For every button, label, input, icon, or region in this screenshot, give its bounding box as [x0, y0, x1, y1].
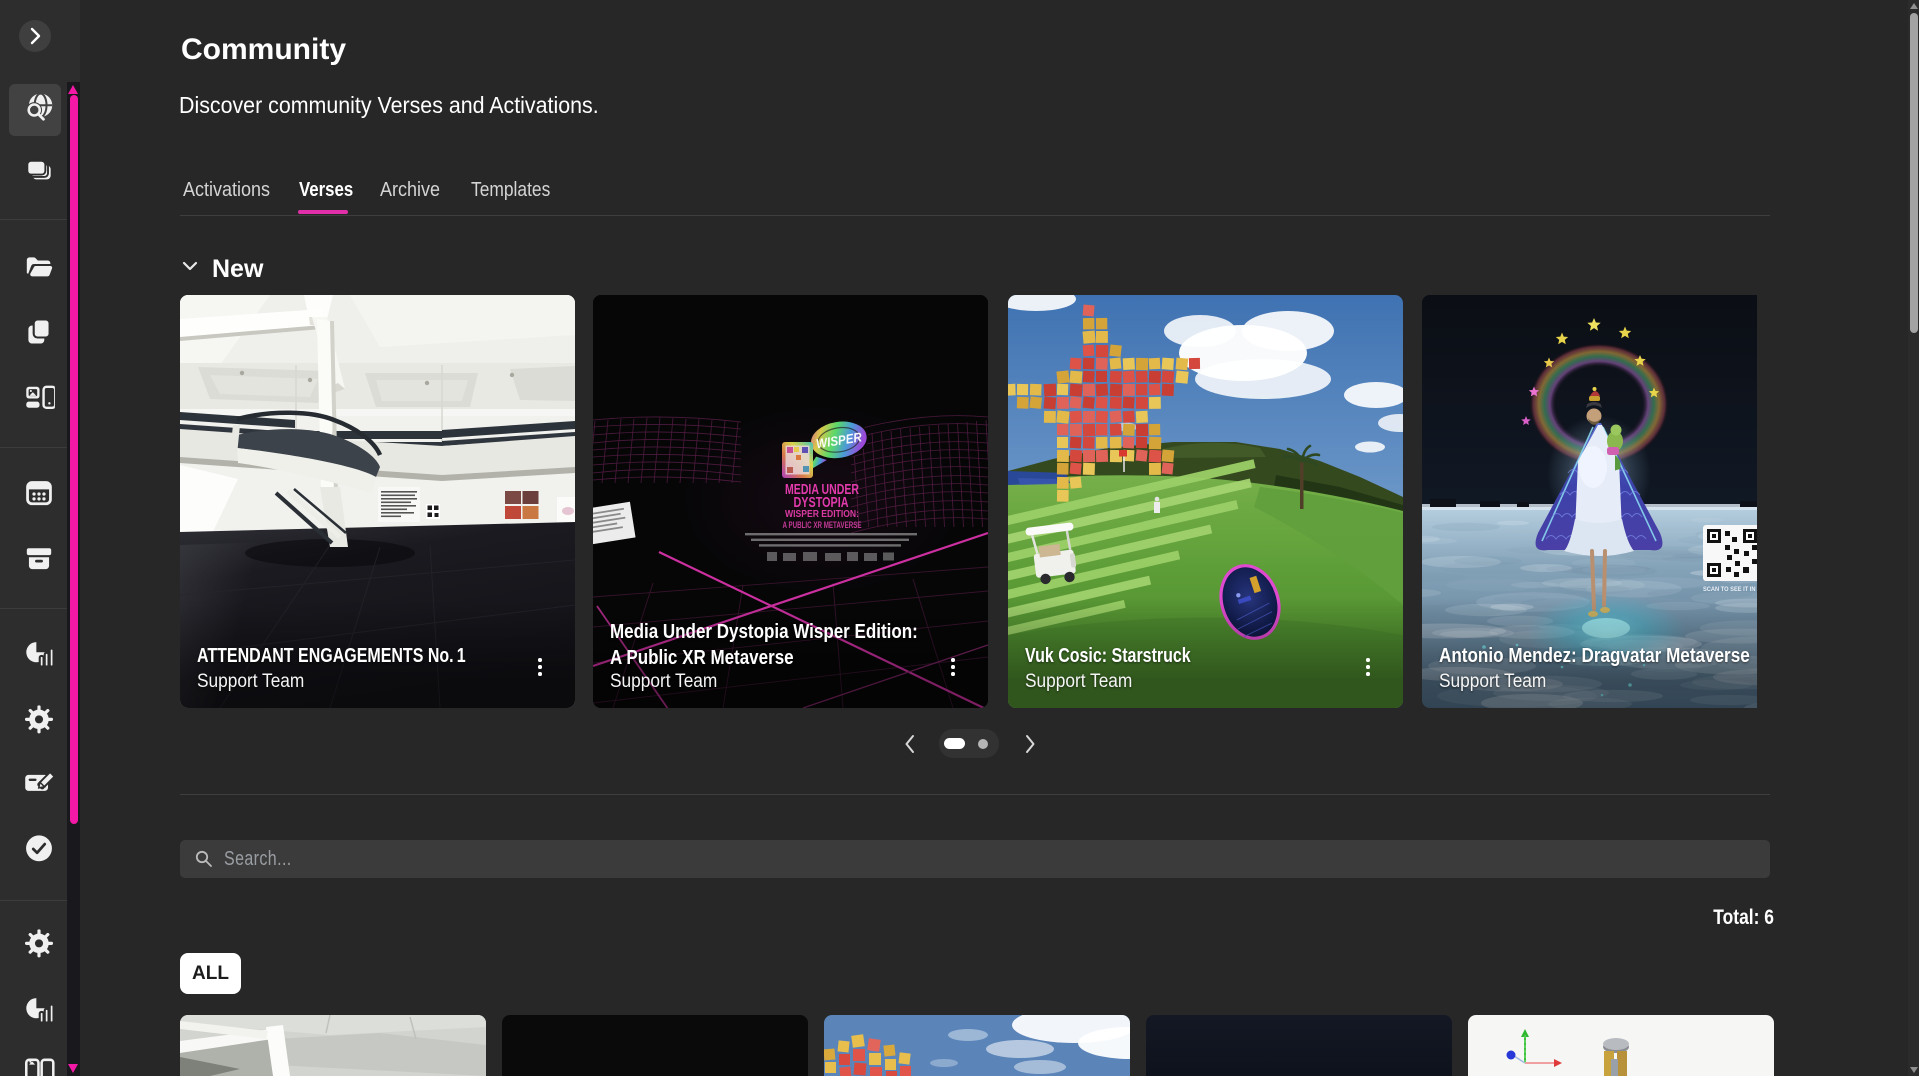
- svg-text:SCAN TO SEE IT IN A: SCAN TO SEE IT IN A: [1703, 586, 1757, 593]
- svg-text:A PUBLIC XR METAVERSE: A PUBLIC XR METAVERSE: [783, 520, 862, 530]
- svg-text:WISPER EDITION:: WISPER EDITION:: [785, 508, 859, 520]
